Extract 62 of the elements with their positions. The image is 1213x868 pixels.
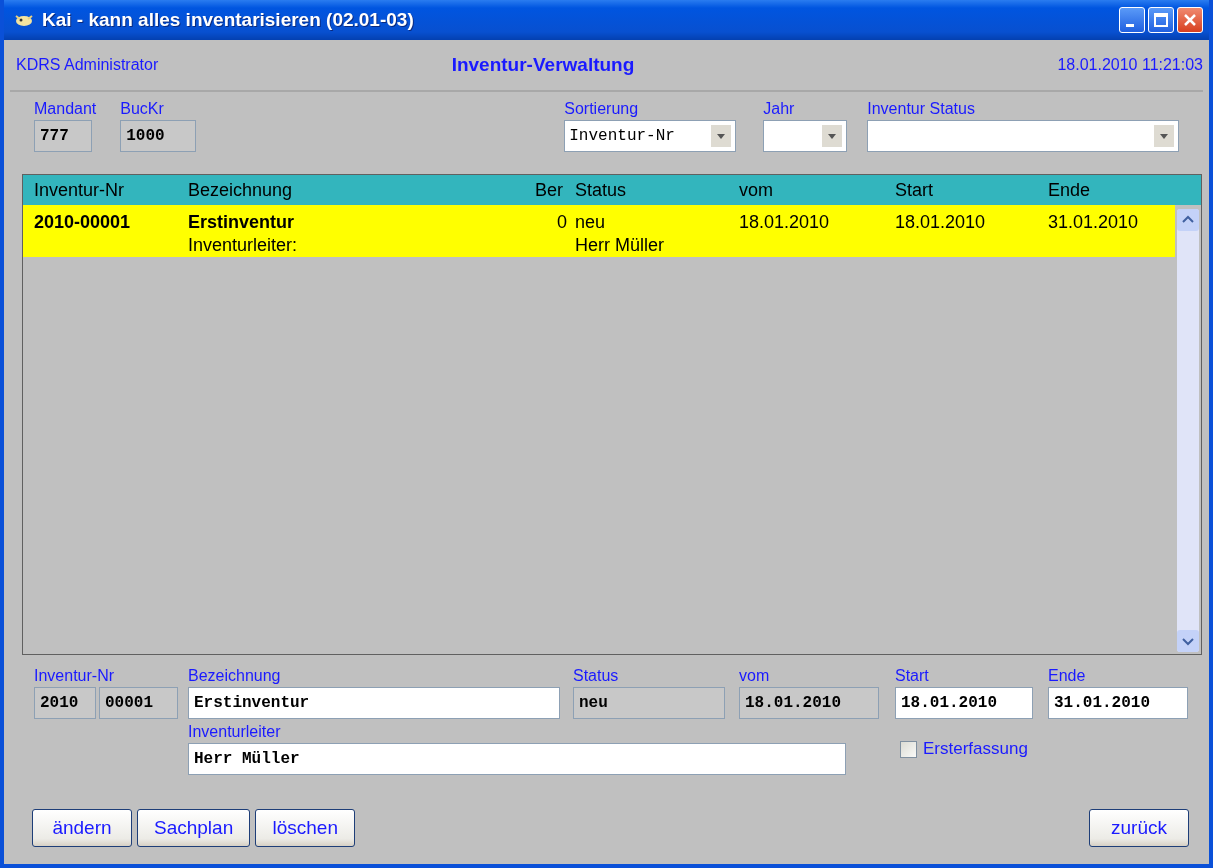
- input-field[interactable]: Herr Müller: [188, 743, 846, 775]
- action-button[interactable]: zurück: [1089, 809, 1189, 847]
- table-row[interactable]: 2010-00001 Erstinventur 0 neu 18.01.2010 18.01.2010 31.01.2010 Inventurleiter: Herr Müller: [23, 205, 1175, 257]
- action-button[interactable]: ändern: [32, 809, 132, 847]
- field-label: Inventurleiter: [188, 723, 282, 741]
- table-cell-text: Erstinventur: [188, 212, 296, 233]
- scroll-up-icon: [1177, 209, 1199, 231]
- table-cell-text: 0: [556, 212, 568, 233]
- filter-label: Jahr: [763, 100, 796, 118]
- table-cell-text: Inventurleiter:: [188, 235, 299, 256]
- scroll-down-icon: [1177, 630, 1199, 652]
- dropdown[interactable]: Inventur-Nr: [564, 120, 737, 152]
- table-cell-text: 18.01.2010: [739, 212, 831, 233]
- field-label: Ende: [1048, 667, 1087, 685]
- column-header: vom: [739, 179, 774, 201]
- filter-label: Sortierung: [564, 100, 640, 118]
- value-box: 18.01.2010: [739, 687, 879, 719]
- column-header: Start: [895, 179, 934, 201]
- column-header: Ber: [535, 179, 564, 201]
- column-header: Status: [575, 179, 628, 201]
- field-label: vom: [739, 667, 771, 685]
- value-box: neu: [573, 687, 725, 719]
- maximize-icon: [1154, 13, 1168, 27]
- input-field[interactable]: 31.01.2010: [1048, 687, 1188, 719]
- input-field[interactable]: Erstinventur: [188, 687, 560, 719]
- value-box: 1000: [120, 120, 197, 152]
- column-header: Bezeichnung: [188, 179, 294, 201]
- close-button[interactable]: [1177, 7, 1203, 33]
- checkbox-label: Ersterfassung: [923, 739, 1028, 759]
- dropdown[interactable]: [763, 120, 848, 152]
- action-button[interactable]: Sachplan: [137, 809, 251, 847]
- value-box: 2010: [34, 687, 96, 719]
- field-label: Start: [895, 667, 930, 685]
- table-cell-text: 31.01.2010: [1048, 212, 1140, 233]
- filter-label: Mandant: [34, 100, 97, 118]
- value-box: 00001: [99, 687, 178, 719]
- field-label: Bezeichnung: [188, 667, 282, 685]
- value-box: 777: [34, 120, 92, 152]
- maximize-button[interactable]: [1148, 7, 1174, 33]
- table-cell-text: 18.01.2010: [895, 212, 987, 233]
- screen-title: Inventur-Verwaltung: [451, 54, 636, 76]
- minimize-icon: [1126, 23, 1134, 27]
- window-title: Kai - kann alles inventarisieren (02.01-03): [42, 9, 415, 31]
- field-label: Status: [573, 667, 620, 685]
- minimize-button[interactable]: [1119, 7, 1145, 33]
- scrollbar[interactable]: [1177, 209, 1199, 652]
- table-cell-text: neu: [575, 212, 607, 233]
- dropdown[interactable]: [867, 120, 1180, 152]
- action-button[interactable]: löschen: [255, 809, 356, 847]
- checkbox[interactable]: [900, 740, 917, 758]
- filter-label: BucKr: [120, 100, 165, 118]
- app-icon: [14, 13, 34, 27]
- table-cell-text: Herr Müller: [575, 235, 665, 256]
- field-label: Inventur-Nr: [34, 667, 116, 685]
- column-header: Inventur-Nr: [34, 179, 126, 201]
- user-name: KDRS Administrator: [16, 56, 160, 74]
- input-field[interactable]: 18.01.2010: [895, 687, 1033, 719]
- close-icon: [1183, 13, 1197, 27]
- table-cell-text: 2010-00001: [34, 212, 132, 233]
- date-time: 18.01.2010 11:21:03: [1056, 56, 1203, 74]
- column-header: Ende: [1048, 179, 1092, 201]
- filter-label: Inventur Status: [867, 100, 976, 118]
